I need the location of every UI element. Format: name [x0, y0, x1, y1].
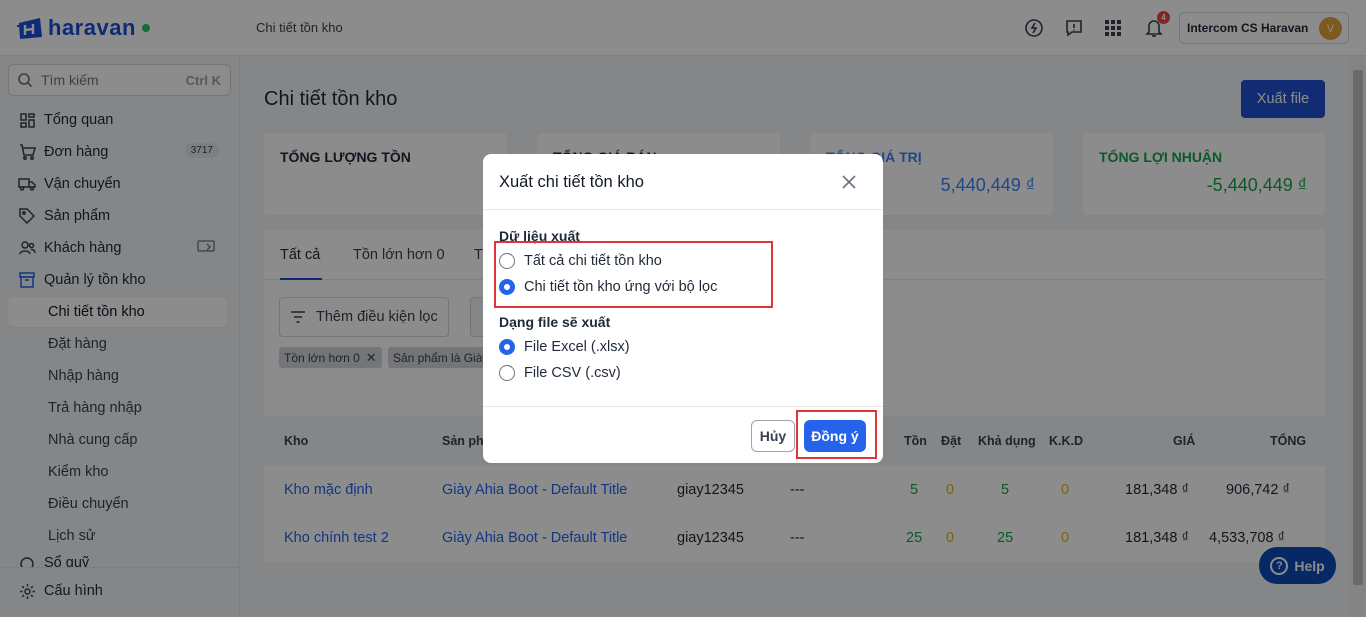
radio-label: File Excel (.xlsx)	[524, 339, 630, 355]
highlight-box-options	[494, 241, 773, 308]
radio-button-selected[interactable]	[499, 339, 515, 355]
format-section-label: Dạng file sẽ xuất	[499, 314, 611, 330]
cancel-button[interactable]: Hủy	[751, 420, 795, 452]
dialog-header: Xuất chi tiết tồn kho	[483, 154, 883, 210]
dialog-title: Xuất chi tiết tồn kho	[499, 173, 644, 191]
radio-csv[interactable]: File CSV (.csv)	[499, 363, 621, 383]
highlight-box-confirm	[796, 410, 877, 459]
radio-button[interactable]	[499, 365, 515, 381]
radio-excel[interactable]: File Excel (.xlsx)	[499, 337, 630, 357]
radio-label: File CSV (.csv)	[524, 365, 621, 381]
close-icon[interactable]	[840, 173, 858, 191]
